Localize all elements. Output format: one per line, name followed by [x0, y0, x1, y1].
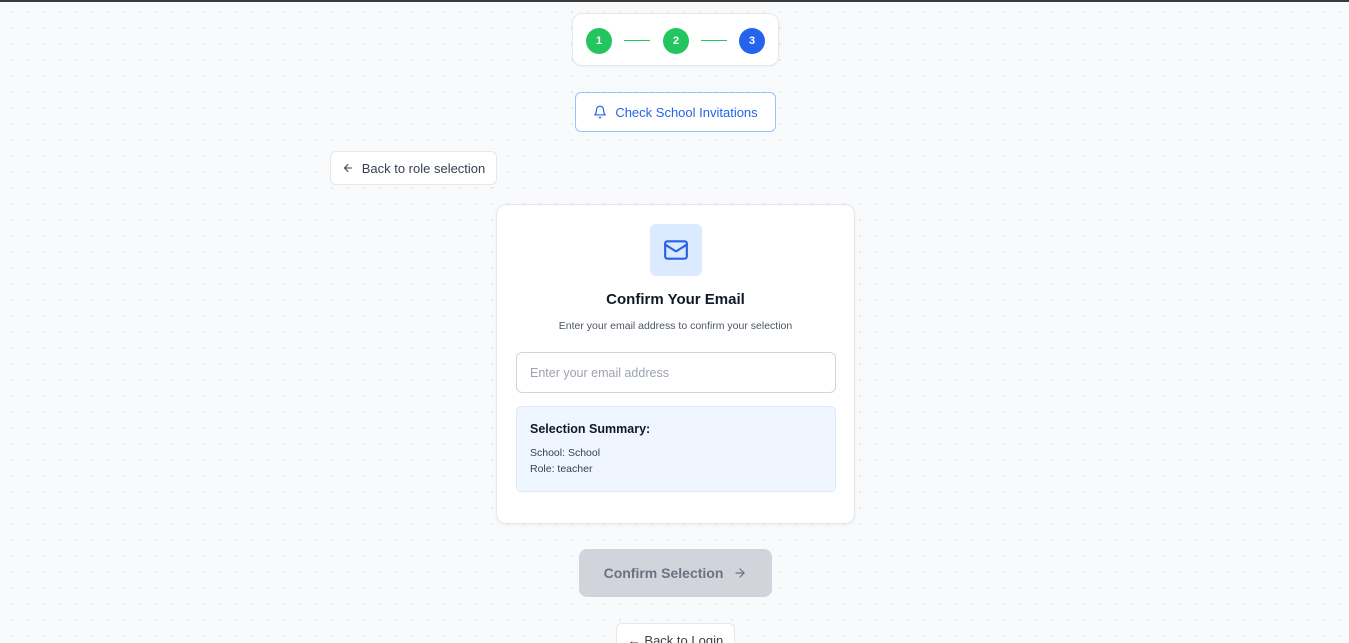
confirm-email-card: Confirm Your Email Enter your email addr…	[496, 204, 855, 524]
top-border	[0, 0, 1349, 2]
summary-role: Role: teacher	[530, 463, 593, 475]
card-subtitle: Enter your email address to confirm your…	[558, 320, 793, 332]
back-to-login-label: ← Back to Login	[627, 633, 724, 643]
step-connector	[624, 40, 650, 41]
email-input[interactable]	[516, 352, 836, 393]
mail-icon-container	[650, 224, 702, 276]
check-invitations-button[interactable]: Check School Invitations	[575, 92, 776, 132]
mail-icon	[663, 237, 689, 263]
card-title: Confirm Your Email	[606, 291, 745, 308]
summary-title: Selection Summary:	[530, 422, 651, 436]
arrow-right-icon	[733, 566, 747, 580]
step-3-indicator: 3	[739, 28, 765, 54]
step-2-indicator: 2	[663, 28, 689, 54]
check-invitations-label: Check School Invitations	[615, 104, 758, 120]
confirm-selection-button[interactable]: Confirm Selection	[579, 549, 772, 597]
back-to-role-selection-button[interactable]: Back to role selection	[330, 151, 497, 185]
arrow-left-icon	[342, 162, 354, 174]
back-to-login-button[interactable]: ← Back to Login	[616, 623, 735, 643]
step-connector	[701, 40, 727, 41]
progress-stepper: 1 2 3	[572, 13, 779, 66]
back-to-role-selection-label: Back to role selection	[361, 160, 486, 176]
step-1-indicator: 1	[586, 28, 612, 54]
confirm-selection-label: Confirm Selection	[603, 565, 724, 581]
bell-icon	[593, 105, 607, 119]
selection-summary: Selection Summary: School: School Role: …	[516, 406, 836, 492]
summary-school: School: School	[530, 447, 601, 459]
